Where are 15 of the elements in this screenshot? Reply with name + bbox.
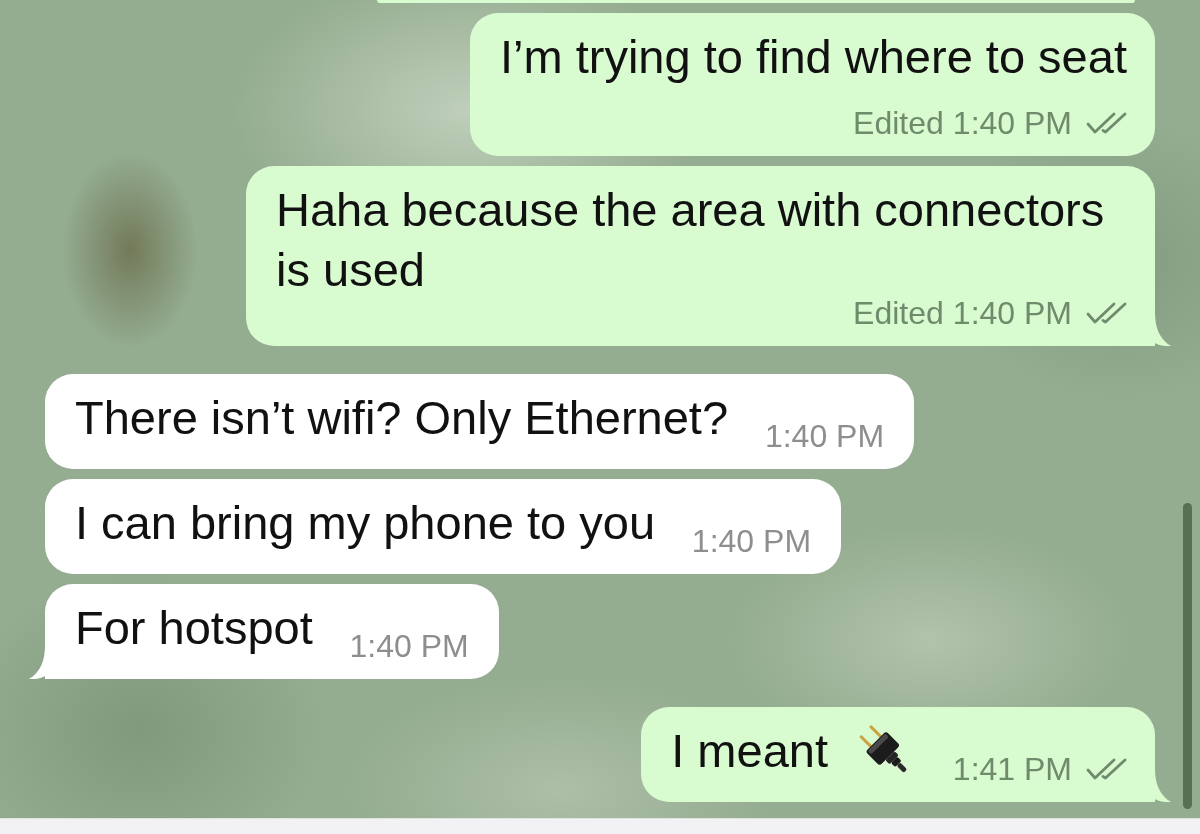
message-time: 1:41 PM xyxy=(952,753,1072,785)
message-text: I meant xyxy=(671,724,828,777)
message-text: I’m trying to find where to seat xyxy=(500,30,1127,83)
message-time: 1:40 PM xyxy=(349,630,469,662)
message-time: 1:40 PM xyxy=(764,420,885,452)
message-text: I can bring my phone to you xyxy=(75,496,656,549)
message-time: 1:40 PM xyxy=(691,525,812,557)
scrollbar-thumb[interactable] xyxy=(1183,503,1192,809)
edited-label: Edited xyxy=(853,107,944,139)
message-text: For hotspot xyxy=(75,601,313,654)
message-text: Haha because the area with connectors is used xyxy=(276,183,1105,296)
message-time: 1:40 PM xyxy=(952,107,1072,139)
message-time: 1:40 PM xyxy=(952,297,1072,329)
edited-label: Edited xyxy=(853,297,944,329)
message-text: There isn’t wifi? Only Ethernet? xyxy=(75,391,729,444)
